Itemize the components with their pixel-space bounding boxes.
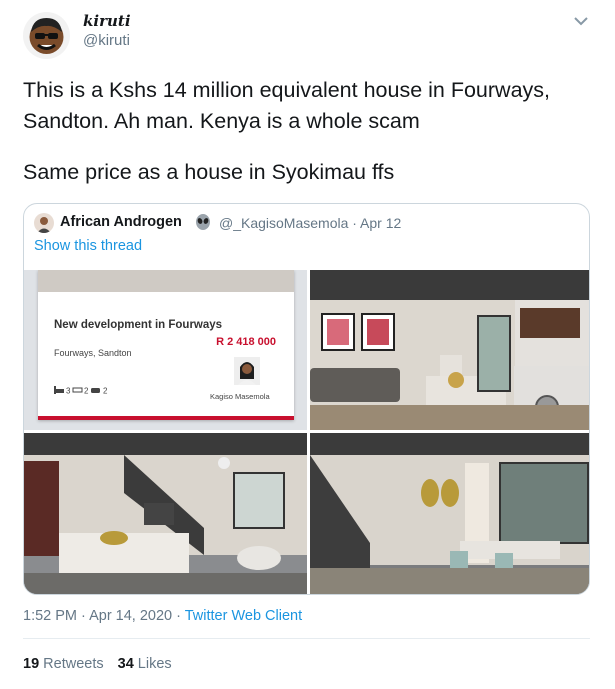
tweet-paragraph: This is a Kshs 14 million equivalent hou… <box>23 78 551 133</box>
listing-location: Fourways, Sandton <box>54 348 132 358</box>
quoted-tweet[interactable]: African Androgen @_KagisoMasemola · Apr … <box>23 203 590 595</box>
svg-text:2: 2 <box>103 387 108 396</box>
likes-count: 34 <box>117 656 134 672</box>
listing-features: 3 2 2 <box>54 385 118 396</box>
chevron-down-icon[interactable] <box>570 10 592 32</box>
card-header-image <box>38 270 294 292</box>
photo-living-room[interactable] <box>310 270 589 430</box>
photo-staircase-lounge[interactable] <box>24 433 307 594</box>
avatar-emoji <box>29 18 64 54</box>
car-icon <box>91 388 100 393</box>
tweet-paragraph: Same price as a house in Syokimau ffs <box>23 160 395 184</box>
svg-text:3: 3 <box>66 387 71 396</box>
tweet-text: This is a Kshs 14 million equivalent hou… <box>23 75 593 188</box>
likes-stat[interactable]: 34 Likes <box>118 656 172 672</box>
quoted-handle-date[interactable]: @_KagisoMasemola · Apr 12 <box>219 215 401 231</box>
likes-label: Likes <box>137 656 172 672</box>
listing-title: New development in Fourways <box>54 319 223 331</box>
client-link[interactable]: Twitter Web Client <box>185 608 302 624</box>
listing-card: New development in Fourways R 2 418 000 … <box>38 270 294 420</box>
retweets-stat[interactable]: 19 Retweets <box>23 656 104 672</box>
author-handle[interactable]: @kiruti <box>83 32 130 49</box>
card-accent-bar <box>38 416 294 420</box>
retweets-label: Retweets <box>43 656 104 672</box>
divider <box>23 638 590 639</box>
photo-listing-card[interactable]: New development in Fourways R 2 418 000 … <box>24 270 307 430</box>
tweet-stats: 19 Retweets 34 Likes <box>23 656 172 672</box>
svg-text:2: 2 <box>84 387 89 396</box>
agent-name: Kagiso Masemola <box>210 392 270 401</box>
agent-photo <box>234 357 260 385</box>
tweet-timestamp[interactable]: 1:52 PM · Apr 14, 2020 · <box>23 608 185 624</box>
tweet-meta: 1:52 PM · Apr 14, 2020 · Twitter Web Cli… <box>23 608 302 624</box>
author-display-name[interactable]: kiruti <box>83 12 131 30</box>
show-thread-link[interactable]: Show this thread <box>34 238 142 254</box>
photo-dining-room[interactable] <box>310 433 589 594</box>
quoted-avatar[interactable] <box>34 213 54 233</box>
author-avatar[interactable] <box>23 12 70 59</box>
bath-icon <box>72 387 83 393</box>
bed-icon <box>54 386 64 394</box>
listing-price: R 2 418 000 <box>216 336 276 348</box>
quoted-display-name[interactable]: African Androgen <box>60 214 182 230</box>
retweets-count: 19 <box>23 656 40 672</box>
alien-icon <box>196 214 210 230</box>
